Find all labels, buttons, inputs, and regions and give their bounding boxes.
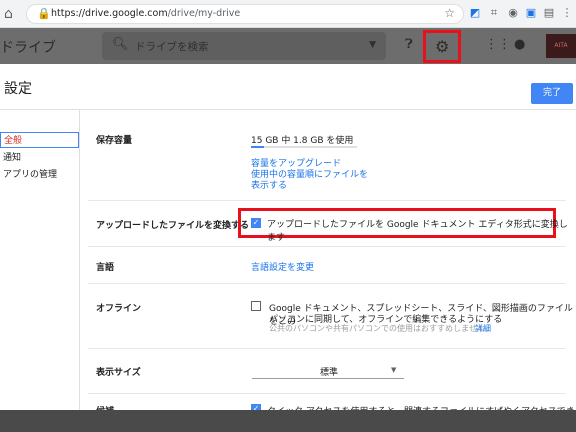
- camera-icon[interactable]: ◉: [506, 6, 520, 20]
- home-icon[interactable]: ⌂: [4, 5, 22, 23]
- search-icon: 🔍︎: [112, 37, 129, 52]
- browser-toolbar: ⌂ 🔒 https://drive.google.com/drive/my-dr…: [0, 0, 576, 28]
- offline-note: 公共のパソコンや共有パソコンでの使用はおすすめしません。: [269, 324, 493, 333]
- done-button[interactable]: 完了: [531, 83, 573, 104]
- drive-logo-text[interactable]: ドライブ: [0, 37, 56, 57]
- search-options-icon[interactable]: ▼: [369, 40, 376, 50]
- nav-item-manage-apps[interactable]: アプリの管理: [0, 167, 79, 183]
- lock-icon: 🔒: [37, 7, 51, 20]
- language-label: 言語: [96, 263, 115, 273]
- notifications-icon[interactable]: ●: [514, 37, 525, 52]
- nav-item-general[interactable]: 全般: [0, 132, 79, 148]
- bookmark-star-icon[interactable]: ☆: [444, 6, 455, 20]
- menu-icon[interactable]: ⋮: [560, 6, 574, 20]
- storage-progress-fill: [251, 146, 264, 148]
- divider: [88, 348, 566, 349]
- convert-checkbox-text[interactable]: アップロードしたファイルを Google ドキュメント エディタ形式に変換します: [267, 217, 576, 243]
- extension-window-icon[interactable]: ▣: [524, 6, 538, 20]
- search-input[interactable]: ドライブを検索: [135, 39, 209, 54]
- avatar[interactable]: AITA: [546, 34, 576, 58]
- density-select-underline: [252, 378, 404, 379]
- divider: [88, 283, 566, 284]
- gear-icon[interactable]: ⚙: [435, 37, 449, 56]
- settings-header: 設定: [0, 64, 576, 110]
- settings-gear-highlight[interactable]: ⚙: [423, 30, 461, 63]
- page-title: 設定: [4, 81, 32, 97]
- storage-progress: [251, 146, 357, 148]
- divider: [88, 200, 566, 201]
- divider: [88, 393, 566, 394]
- settings-nav: 全般 通知 アプリの管理: [0, 110, 80, 410]
- help-icon[interactable]: ❓︎: [405, 37, 413, 52]
- extension-grid-icon[interactable]: ⌗: [487, 6, 501, 20]
- density-select[interactable]: 標準: [320, 365, 338, 378]
- chevron-down-icon[interactable]: ▼: [391, 366, 396, 374]
- view-items-link-cont[interactable]: 表示する: [251, 178, 287, 191]
- drive-header: ドライブ 🔍︎ ドライブを検索 ▼ ❓︎ ⋮⋮ ●: [0, 28, 576, 64]
- extension-icon[interactable]: ◩: [468, 6, 482, 20]
- offline-details-link[interactable]: 詳細: [475, 323, 491, 334]
- nav-item-notifications[interactable]: 通知: [0, 150, 79, 166]
- search-box[interactable]: 🔍︎ ドライブを検索 ▼: [102, 32, 386, 60]
- offline-checkbox[interactable]: [251, 301, 261, 311]
- change-language-link[interactable]: 言語設定を変更: [251, 260, 314, 273]
- address-bar[interactable]: 🔒 https://drive.google.com/drive/my-driv…: [26, 4, 464, 24]
- divider: [88, 246, 566, 247]
- extension-box-icon[interactable]: ▤: [542, 6, 556, 20]
- storage-usage: 15 GB 中 1.8 GB を使用: [251, 136, 354, 146]
- storage-label: 保存容量: [96, 136, 133, 146]
- convert-checkbox[interactable]: ✓: [251, 218, 261, 228]
- url-text: https://drive.google.com/drive/my-drive: [51, 8, 241, 19]
- density-label: 表示サイズ: [96, 368, 141, 378]
- offline-label: オフライン: [96, 304, 142, 314]
- apps-grid-icon[interactable]: ⋮⋮: [485, 37, 511, 52]
- convert-label: アップロードしたファイルを変換する: [96, 221, 250, 231]
- bottom-overlay-bar: [0, 410, 576, 432]
